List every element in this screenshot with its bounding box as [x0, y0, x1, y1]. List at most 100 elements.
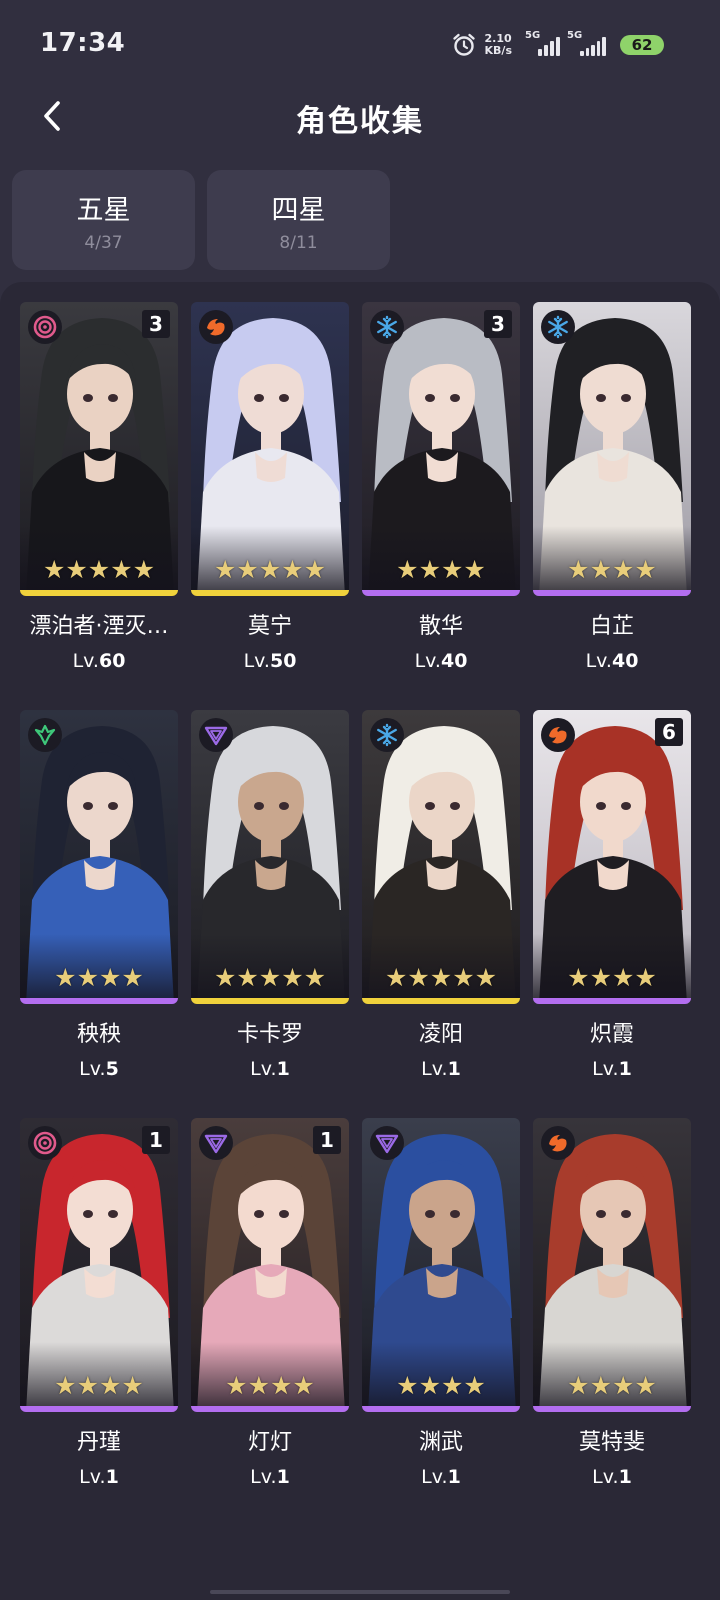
battery-icon: 62	[620, 35, 664, 55]
electro-bolt-icon	[370, 1126, 404, 1160]
glacio-snowflake-icon	[541, 310, 575, 344]
character-card-image: ★★★★	[362, 1118, 520, 1412]
character-level: Lv.1	[362, 1058, 520, 1080]
character-card-image: 3 ★★★★★	[20, 302, 178, 596]
character-card-image: 3 ★★★★	[362, 302, 520, 596]
rarity-bar	[362, 998, 520, 1004]
character-level: Lv.1	[533, 1466, 691, 1488]
character-card[interactable]: 3 ★★★★ 散华 Lv.40	[362, 302, 520, 672]
star-icon: ★★★★	[567, 963, 657, 992]
status-bar: 17:34 2.10 KB/s 5G 5G 62	[0, 0, 720, 90]
character-card[interactable]: ★★★★ 莫特斐 Lv.1	[533, 1118, 691, 1488]
status-icons: 2.10 KB/s 5G 5G 62	[451, 30, 664, 60]
level-prefix: Lv.	[421, 1058, 448, 1080]
network-speed-unit: KB/s	[484, 44, 512, 57]
star-icon: ★★★★	[567, 1371, 657, 1400]
constellation-badge: 6	[655, 718, 683, 746]
level-prefix: Lv.	[585, 650, 612, 672]
star-icon: ★★★★	[54, 963, 144, 992]
level-prefix: Lv.	[79, 1466, 106, 1488]
level-prefix: Lv.	[592, 1466, 619, 1488]
rarity-stars: ★★★★	[533, 1373, 691, 1398]
level-prefix: Lv.	[421, 1466, 448, 1488]
level-prefix: Lv.	[79, 1058, 106, 1080]
character-card-image: 1 ★★★★	[20, 1118, 178, 1412]
character-card[interactable]: 1 ★★★★ 丹瑾 Lv. 1	[20, 1118, 178, 1488]
star-icon: ★★★★	[225, 1371, 315, 1400]
character-card[interactable]: 6 ★★★★ 炽霞 Lv.1	[533, 710, 691, 1080]
fusion-flame-icon	[199, 310, 233, 344]
signal-label: 5G	[567, 30, 583, 41]
character-card-image: ★★★★★	[191, 302, 349, 596]
page-title: 角色收集	[296, 104, 424, 139]
character-card[interactable]: 1 ★★★★ 灯灯 Lv.1	[191, 1118, 349, 1488]
character-name: 丹瑾	[76, 1430, 121, 1455]
character-level: Lv.1	[533, 1058, 691, 1080]
star-icon: ★★★★	[396, 1371, 486, 1400]
star-icon: ★★★★	[567, 555, 657, 584]
rarity-bar	[362, 1406, 520, 1412]
character-card[interactable]: ★★★★★ 卡卡罗 Lv.1	[191, 710, 349, 1080]
rarity-bar	[20, 590, 178, 596]
header: 角色收集	[0, 86, 720, 146]
rarity-bar	[191, 1406, 349, 1412]
tab-four-star[interactable]: 四星 8/11	[207, 170, 390, 270]
character-card[interactable]: ★★★★ 渊武 Lv.1	[362, 1118, 520, 1488]
rarity-bar	[20, 998, 178, 1004]
character-card[interactable]: ★★★★★ 凌阳 Lv.1	[362, 710, 520, 1080]
level-value: 1	[276, 1058, 290, 1080]
star-icon: ★★★★★	[384, 963, 498, 992]
tab-label: 四星	[271, 194, 326, 226]
rarity-stars: ★★★★	[533, 965, 691, 990]
signal-icon: 5G	[525, 30, 560, 56]
level-value: 1	[276, 1466, 290, 1488]
character-card-image: ★★★★	[533, 1118, 691, 1412]
character-card[interactable]: ★★★★ 秧秧 Lv.5	[20, 710, 178, 1080]
star-icon: ★★★★★	[213, 963, 327, 992]
rarity-bar	[362, 590, 520, 596]
character-card[interactable]: ★★★★ 白芷 Lv.40	[533, 302, 691, 672]
character-name: 散华	[418, 614, 463, 639]
level-value: 1	[618, 1058, 632, 1080]
level-prefix: Lv.	[592, 1058, 619, 1080]
star-icon: ★★★★★	[42, 555, 156, 584]
character-card[interactable]: ★★★★★ 莫宁 Lv.50	[191, 302, 349, 672]
character-name: 漂泊者·湮灭…	[29, 614, 169, 639]
character-name: 渊武	[418, 1430, 463, 1455]
status-time: 17:34	[40, 28, 126, 58]
character-level: Lv.60	[20, 650, 178, 672]
tab-count: 8/11	[279, 232, 318, 253]
character-name: 炽霞	[589, 1022, 634, 1047]
character-name: 卡卡罗	[236, 1022, 303, 1047]
rarity-bar	[20, 1406, 178, 1412]
rarity-stars: ★★★★	[362, 1373, 520, 1398]
tab-five-star[interactable]: 五星 4/37	[12, 170, 195, 270]
star-icon: ★★★★★	[213, 555, 327, 584]
fusion-flame-icon	[541, 1126, 575, 1160]
constellation-badge: 1	[313, 1126, 341, 1154]
constellation-badge: 1	[142, 1126, 170, 1154]
rarity-bar	[533, 590, 691, 596]
level-value: 5	[105, 1058, 119, 1080]
level-value: 40	[611, 650, 639, 672]
level-prefix: Lv.	[414, 650, 441, 672]
character-level: Lv.1	[191, 1466, 349, 1488]
character-card[interactable]: 3 ★★★★★ 漂泊者·湮灭… Lv.60	[20, 302, 178, 672]
rarity-tabs: 五星 4/37 四星 8/11	[12, 170, 390, 270]
level-prefix: Lv.	[243, 650, 270, 672]
character-level: Lv.50	[191, 650, 349, 672]
tab-count: 4/37	[84, 232, 123, 253]
level-value: 40	[440, 650, 468, 672]
constellation-badge: 3	[484, 310, 512, 338]
character-level: Lv.1	[191, 1058, 349, 1080]
character-card-image: ★★★★★	[191, 710, 349, 1004]
character-name: 凌阳	[418, 1022, 463, 1047]
rarity-bar	[191, 998, 349, 1004]
signal-label: 5G	[525, 30, 541, 41]
star-icon: ★★★★	[396, 555, 486, 584]
level-value: 1	[447, 1466, 461, 1488]
character-card-image: 1 ★★★★	[191, 1118, 349, 1412]
home-indicator	[210, 1590, 510, 1594]
rarity-stars: ★★★★	[191, 1373, 349, 1398]
glacio-snowflake-icon	[370, 718, 404, 752]
